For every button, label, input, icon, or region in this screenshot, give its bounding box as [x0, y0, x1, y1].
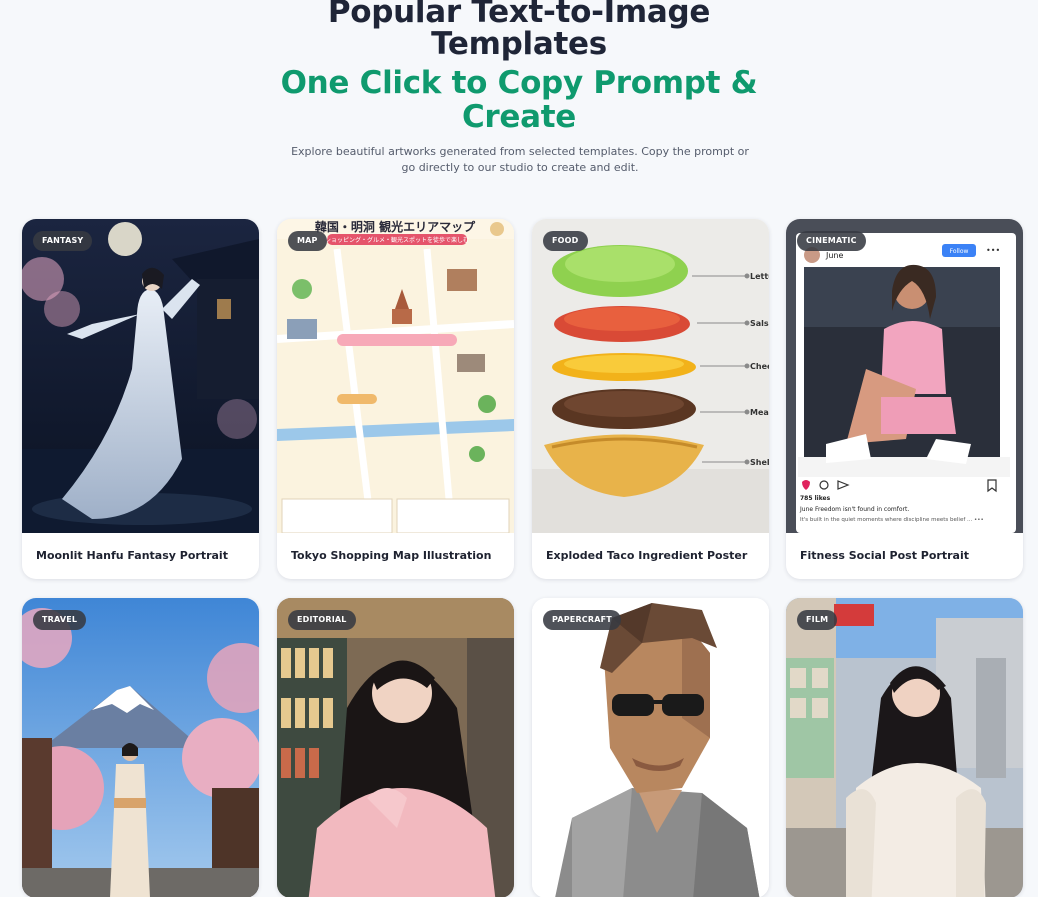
social-caption: June Freedom isn't found in comfort. — [799, 506, 909, 513]
category-badge: PAPERCRAFT — [543, 610, 621, 630]
category-badge: FANTASY — [33, 231, 93, 251]
category-badge: CINEMATIC — [797, 231, 866, 251]
template-image[interactable]: 韓国・明洞 観光エリアマップ ショッピング・グルメ・観光スポットを徒歩で楽しむ — [277, 219, 514, 533]
social-username: June — [825, 251, 844, 260]
template-card-film[interactable]: FILM — [786, 598, 1023, 897]
taco-label: Lettu — [750, 272, 769, 281]
template-image[interactable]: TRAVEL — [22, 598, 259, 897]
page-title: Popular Text-to-Image Templates — [327, 0, 711, 62]
template-card-food[interactable]: Lettu Salsa Chee Mea Shel FOOD Exploded … — [532, 219, 769, 579]
map-subtitle-text: ショッピング・グルメ・観光スポットを徒歩で楽しむ — [325, 236, 469, 244]
page-description: Explore beautiful artworks generated fro… — [291, 145, 749, 174]
taco-label: Chee — [750, 362, 769, 371]
social-likes: 785 likes — [800, 495, 831, 502]
template-title: Exploded Taco Ingredient Poster — [546, 549, 748, 562]
template-image[interactable]: FANTASY — [22, 219, 259, 533]
social-follow: Follow — [950, 248, 969, 255]
category-badge: FOOD — [543, 231, 588, 251]
template-card-travel[interactable]: TRAVEL — [22, 598, 259, 897]
template-card-map[interactable]: 韓国・明洞 観光エリアマップ ショッピング・グルメ・観光スポットを徒歩で楽しむ — [277, 219, 514, 579]
template-card-papercraft[interactable]: PAPERCRAFT — [532, 598, 769, 897]
template-image[interactable]: PAPERCRAFT — [532, 598, 769, 897]
template-image[interactable]: June Follow ••• 785 likes June Freedom i… — [786, 219, 1023, 533]
map-title-text: 韓国・明洞 観光エリアマップ — [315, 219, 476, 234]
category-badge: MAP — [288, 231, 327, 251]
taco-label: Mea — [750, 408, 769, 417]
category-badge: EDITORIAL — [288, 610, 356, 630]
template-title: Moonlit Hanfu Fantasy Portrait — [36, 549, 228, 562]
template-card-editorial[interactable]: EDITORIAL — [277, 598, 514, 897]
svg-text:•••: ••• — [986, 246, 1000, 255]
template-title: Fitness Social Post Portrait — [800, 549, 969, 562]
taco-label: Shel — [750, 458, 769, 467]
social-caption: It's built in the quiet moments where di… — [800, 517, 984, 523]
template-image[interactable]: EDITORIAL — [277, 598, 514, 897]
category-badge: TRAVEL — [33, 610, 87, 630]
page-subtitle: One Click to Copy Prompt & Create — [280, 65, 758, 135]
taco-label: Salsa — [750, 319, 769, 328]
category-badge: FILM — [797, 610, 838, 630]
template-image[interactable]: Lettu Salsa Chee Mea Shel FOOD — [532, 219, 769, 533]
template-card-cinematic[interactable]: June Follow ••• 785 likes June Freedom i… — [786, 219, 1023, 579]
template-title: Tokyo Shopping Map Illustration — [291, 549, 492, 562]
template-card-fantasy[interactable]: FANTASY Moonlit Hanfu Fantasy Portrait — [22, 219, 259, 579]
template-image[interactable]: FILM — [786, 598, 1023, 897]
